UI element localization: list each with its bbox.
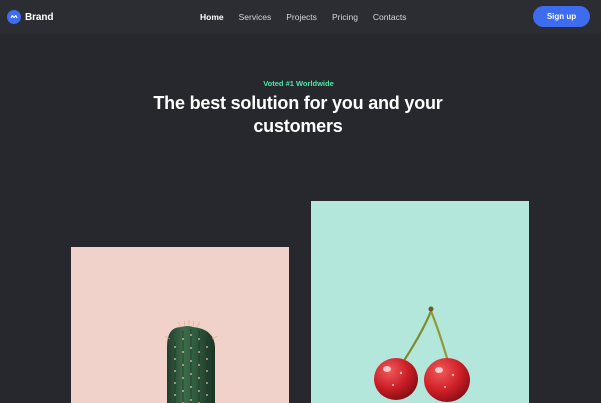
brand-logo-icon xyxy=(7,10,21,24)
brand-name: Brand xyxy=(25,11,54,23)
hero-title: The best solution for you and your custo… xyxy=(153,93,443,136)
signup-button[interactable]: Sign up xyxy=(533,6,590,27)
nav-link-services[interactable]: Services xyxy=(239,11,272,23)
brand-link[interactable]: Brand xyxy=(7,9,54,25)
nav-link-pricing[interactable]: Pricing xyxy=(332,11,358,23)
gallery-card-cactus xyxy=(71,247,289,403)
nav-link-home[interactable]: Home xyxy=(200,11,224,23)
hero-badge: Voted #1 Worldwide xyxy=(263,79,334,88)
navbar: Brand Home Services Projects Pricing Con… xyxy=(0,0,601,34)
landing-page: Brand Home Services Projects Pricing Con… xyxy=(0,0,601,403)
gallery-card-cherries xyxy=(311,201,529,403)
cactus-image xyxy=(164,320,218,403)
main-nav: Home Services Projects Pricing Contacts xyxy=(200,11,421,23)
cherries-image xyxy=(374,306,470,402)
nav-link-projects[interactable]: Projects xyxy=(286,11,317,23)
nav-link-contacts[interactable]: Contacts xyxy=(373,11,407,23)
